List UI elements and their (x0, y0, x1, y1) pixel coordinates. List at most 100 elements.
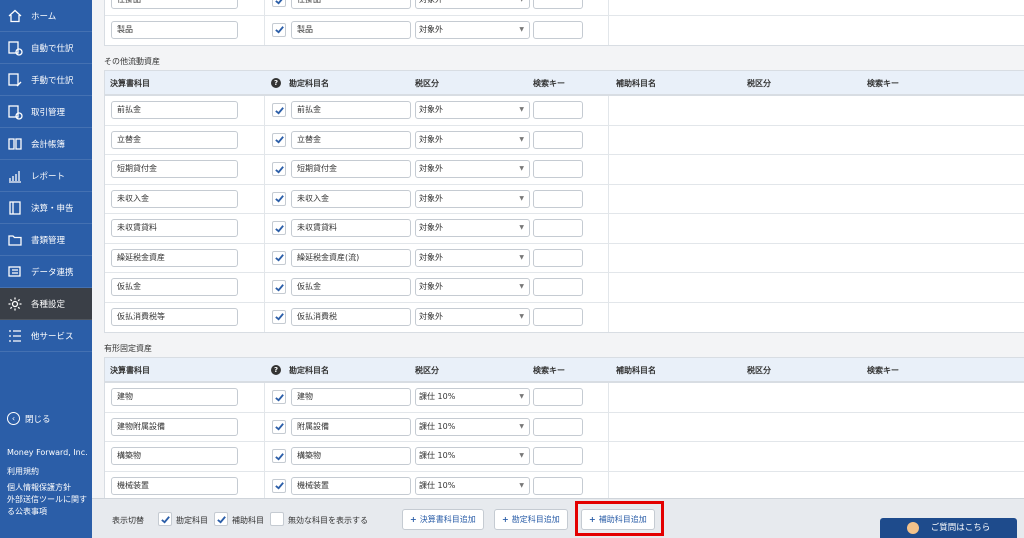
account-enabled-checkbox[interactable] (272, 250, 286, 265)
help-icon[interactable]: ? (271, 78, 281, 88)
account-name-field[interactable]: 建物 (291, 388, 411, 406)
statement-field[interactable]: 仮払消費税等 (111, 307, 238, 326)
tax-category-select[interactable]: 対象外 ▼ (415, 20, 530, 39)
account-table: 仕掛品 仕掛品 対象外 ▼ 製品 製品 対象外 ▼ (104, 0, 1024, 46)
search-key-field[interactable] (533, 307, 583, 326)
search-key-field[interactable] (533, 0, 583, 9)
tax-category-select[interactable]: 課仕 10% ▼ (415, 447, 530, 465)
account-name-field[interactable]: 前払金 (291, 101, 411, 119)
account-name-field[interactable]: 仕掛品 (291, 0, 411, 9)
statement-field[interactable]: 立替金 (111, 130, 238, 149)
table-row: 機械装置 機械装置 課仕 10% ▼ (105, 471, 1024, 501)
account-name-field[interactable]: 構築物 (291, 447, 411, 465)
sidebar-item-7[interactable]: 書類管理 (0, 224, 92, 256)
tax-category-select[interactable]: 対象外 ▼ (415, 130, 530, 149)
search-key-field[interactable] (533, 388, 583, 406)
add-statement-button[interactable]: + 決算書科目追加 (402, 509, 484, 530)
tax-category-select[interactable]: 課仕 10% ▼ (415, 388, 530, 406)
account-name-field[interactable]: 未収賃貸料 (291, 219, 411, 237)
account-enabled-checkbox[interactable] (272, 419, 286, 434)
sidebar-item-3[interactable]: 取引管理 (0, 96, 92, 128)
statement-field[interactable]: 仮払金 (111, 278, 238, 296)
show-account-checkbox[interactable] (158, 512, 172, 526)
tax-category-select[interactable]: 対象外 ▼ (415, 307, 530, 326)
statement-field[interactable]: 仕掛品 (111, 0, 238, 9)
account-enabled-checkbox[interactable] (272, 191, 286, 206)
account-name-field[interactable]: 未収入金 (291, 189, 411, 208)
account-enabled-checkbox[interactable] (272, 0, 286, 7)
sidebar-item-9[interactable]: 各種設定 (0, 288, 92, 320)
account-name-field[interactable]: 附属設備 (291, 417, 411, 436)
account-enabled-checkbox[interactable] (272, 132, 286, 147)
search-key-field[interactable] (533, 417, 583, 436)
sidebar-item-0[interactable]: ホーム (0, 0, 92, 32)
account-name-field[interactable]: 製品 (291, 20, 411, 39)
sidebar-item-5[interactable]: レポート (0, 160, 92, 192)
search-key-field[interactable] (533, 101, 583, 119)
search-key-field[interactable] (533, 20, 583, 39)
statement-field[interactable]: 未収賃貸料 (111, 219, 238, 237)
account-enabled-checkbox[interactable] (272, 390, 286, 404)
account-enabled-checkbox[interactable] (272, 103, 286, 117)
show-sub-checkbox[interactable] (214, 512, 228, 526)
add-account-button[interactable]: + 勘定科目追加 (494, 509, 568, 530)
sidebar-item-4[interactable]: 会計帳簿 (0, 128, 92, 160)
header-statement: 決算書科目 (110, 79, 150, 88)
search-key-field[interactable] (533, 219, 583, 237)
plus-icon: + (410, 515, 417, 524)
tax-category-select[interactable]: 対象外 ▼ (415, 101, 530, 119)
sidebar-item-2[interactable]: 手動で仕訳 (0, 64, 92, 96)
account-enabled-checkbox[interactable] (272, 221, 286, 235)
sidebar-item-10[interactable]: 他サービス (0, 320, 92, 352)
tax-category-select[interactable]: 対象外 ▼ (415, 278, 530, 296)
account-enabled-checkbox[interactable] (272, 162, 286, 176)
sidebar-close-button[interactable]: ‹ 閉じる (7, 412, 51, 425)
question-button[interactable]: ご質問はこちら (880, 518, 1017, 538)
account-name-field[interactable]: 繰延税金資産(流) (291, 248, 411, 267)
sidebar-item-8[interactable]: データ連携 (0, 256, 92, 288)
account-enabled-checkbox[interactable] (272, 478, 286, 493)
account-enabled-checkbox[interactable] (272, 280, 286, 294)
statement-field[interactable]: 前払金 (111, 101, 238, 119)
terms-link[interactable]: 利用規約 (7, 466, 91, 478)
account-enabled-checkbox[interactable] (272, 22, 286, 37)
account-enabled-checkbox[interactable] (272, 449, 286, 463)
search-key-field[interactable] (533, 248, 583, 267)
search-key-field[interactable] (533, 447, 583, 465)
sidebar-item-6[interactable]: 決算・申告 (0, 192, 92, 224)
account-name-field[interactable]: 機械装置 (291, 476, 411, 495)
tax-category-select[interactable]: 対象外 ▼ (415, 189, 530, 208)
privacy-link[interactable]: 個人情報保護方針 (7, 482, 91, 494)
tax-category-select[interactable]: 対象外 ▼ (415, 219, 530, 237)
external-tools-link[interactable]: 外部送信ツールに関する公表事項 (7, 494, 91, 518)
sidebar-item-1[interactable]: 自動で仕訳 (0, 32, 92, 64)
search-key-field[interactable] (533, 476, 583, 495)
statement-field[interactable]: 繰延税金資産 (111, 248, 238, 267)
tax-category-select[interactable]: 対象外 ▼ (415, 0, 530, 9)
statement-field[interactable]: 構築物 (111, 447, 238, 465)
account-name-field[interactable]: 仮払消費税 (291, 307, 411, 326)
search-key-field[interactable] (533, 189, 583, 208)
statement-field[interactable]: 未収入金 (111, 189, 238, 208)
search-key-field[interactable] (533, 130, 583, 149)
statement-field[interactable]: 建物附属設備 (111, 417, 238, 436)
statement-field[interactable]: 製品 (111, 20, 238, 39)
tax-category-select[interactable]: 課仕 10% ▼ (415, 417, 530, 436)
account-enabled-checkbox[interactable] (272, 309, 286, 324)
statement-field[interactable]: 建物 (111, 388, 238, 406)
account-name-field[interactable]: 短期貸付金 (291, 160, 411, 178)
header-search: 検索キー (533, 79, 565, 88)
account-name-field[interactable]: 立替金 (291, 130, 411, 149)
header-sub-search: 検索キー (867, 366, 899, 375)
account-name-field[interactable]: 仮払金 (291, 278, 411, 296)
tax-category-select[interactable]: 対象外 ▼ (415, 248, 530, 267)
show-invalid-checkbox[interactable] (270, 512, 284, 526)
tax-category-select[interactable]: 課仕 10% ▼ (415, 476, 530, 495)
help-icon[interactable]: ? (271, 365, 281, 375)
search-key-field[interactable] (533, 278, 583, 296)
tax-category-select[interactable]: 対象外 ▼ (415, 160, 530, 178)
tax-category-value: 対象外 (419, 105, 443, 114)
search-key-field[interactable] (533, 160, 583, 178)
statement-field[interactable]: 機械装置 (111, 476, 238, 495)
statement-field[interactable]: 短期貸付金 (111, 160, 238, 178)
